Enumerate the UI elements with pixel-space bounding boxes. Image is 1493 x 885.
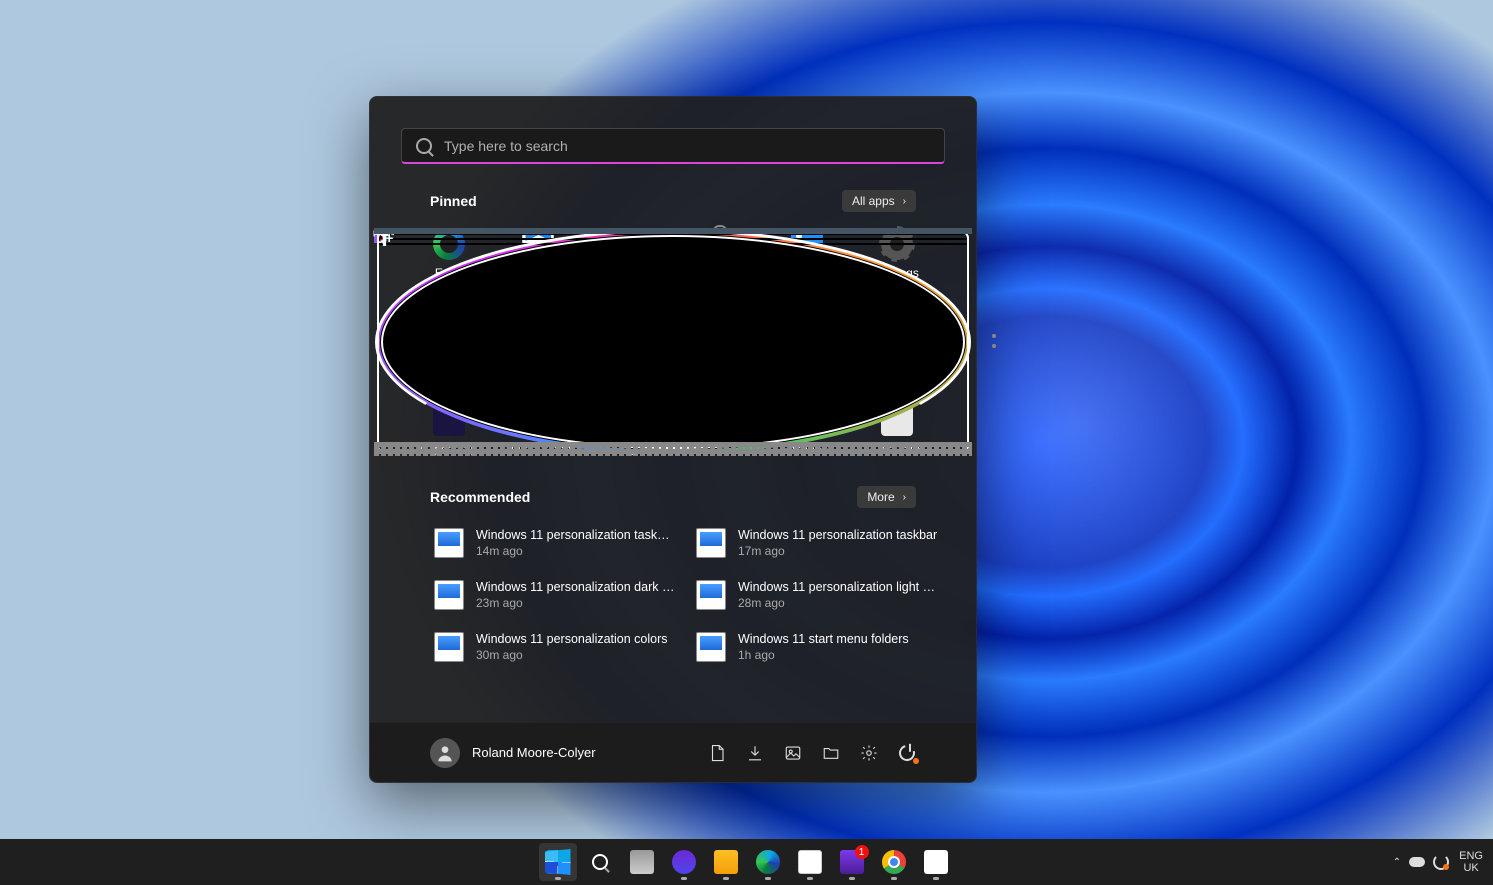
file-thumbnail-icon [434,580,464,610]
chevron-right-icon: › [903,196,906,207]
recommended-time: 30m ago [476,648,668,662]
onedrive-tray-icon[interactable] [1409,857,1425,867]
paint-icon [924,850,948,874]
recommended-item[interactable]: Windows 11 start menu folders 1h ago [692,628,942,666]
search-box[interactable] [401,128,945,164]
taskbar-start-button[interactable] [539,843,577,881]
documents-folder-button[interactable] [708,744,726,762]
pictures-folder-button[interactable] [784,744,802,762]
taskbar-file-explorer-button[interactable] [707,843,745,881]
recommended-item[interactable]: Windows 11 personalization colors 30m ago [430,628,680,666]
instagram-icon [612,404,644,436]
recommended-title: Windows 11 personalization dark m... [476,580,676,594]
more-button[interactable]: More› [857,486,916,508]
page-indicator[interactable] [992,334,996,348]
taskbar-chrome-button[interactable] [875,843,913,881]
tray-overflow-button[interactable]: ⌃ [1393,857,1401,868]
recommended-title: Windows 11 start menu folders [738,632,909,646]
file-thumbnail-icon [696,528,726,558]
start-icon [546,850,570,874]
start-menu: Pinned All apps› EdgeMailCalendarMicroso… [369,96,977,783]
taskbar-microsoft-store-button[interactable] [791,843,829,881]
recommended-title: Windows 11 personalization taskba... [476,528,676,542]
recommended-title: Windows 11 personalization taskbar [738,528,937,542]
language-indicator[interactable]: ENGUK [1459,850,1483,874]
search-icon [588,850,612,874]
recommended-title: Windows 11 personalization colors [476,632,668,646]
chevron-right-icon: › [903,492,906,503]
file-thumbnail-icon [434,528,464,558]
windows-update-tray-icon[interactable] [1433,854,1449,870]
recommended-heading: Recommended [430,489,530,505]
recommended-item[interactable]: Windows 11 personalization taskba... 14m … [430,524,680,562]
search-icon [416,138,432,154]
task-view-icon [630,850,654,874]
microsoft-store-icon [798,850,822,874]
search-input[interactable] [444,138,930,154]
edge-icon [756,850,780,874]
user-account-button[interactable]: Roland Moore-Colyer [430,738,596,768]
downloads-folder-button[interactable] [746,744,764,762]
recommended-time: 23m ago [476,596,676,610]
taskbar-teams-button[interactable]: 1 [833,843,871,881]
chrome-icon [882,850,906,874]
settings-button[interactable] [860,744,878,762]
power-button[interactable] [898,744,916,762]
recommended-time: 28m ago [738,596,938,610]
chat-icon [672,850,696,874]
recommended-time: 1h ago [738,648,909,662]
file-thumbnail-icon [696,632,726,662]
file-thumbnail-icon [696,580,726,610]
recommended-item[interactable]: Windows 11 personalization dark m... 23m … [430,576,680,614]
taskbar-search-button[interactable] [581,843,619,881]
taskbar-chat-button[interactable] [665,843,703,881]
recommended-title: Windows 11 personalization light a... [738,580,938,594]
notification-badge: 1 [855,845,869,859]
recommended-item[interactable]: Windows 11 personalization taskbar 17m ag… [692,524,942,562]
file-explorer-button[interactable] [822,744,840,762]
user-name: Roland Moore-Colyer [472,745,596,760]
taskbar-paint-button[interactable] [917,843,955,881]
file-thumbnail-icon [434,632,464,662]
all-apps-button[interactable]: All apps› [842,190,916,212]
recommended-item[interactable]: Windows 11 personalization light a... 28m… [692,576,942,614]
file-explorer-icon [714,850,738,874]
pinned-heading: Pinned [430,193,477,209]
taskbar-task-view-button[interactable] [623,843,661,881]
recommended-time: 17m ago [738,544,937,558]
system-tray: ⌃ ENGUK [1393,850,1483,874]
recommended-time: 14m ago [476,544,676,558]
taskbar-edge-button[interactable] [749,843,787,881]
user-avatar-icon [430,738,460,768]
taskbar: 1 ⌃ ENGUK [0,839,1493,885]
